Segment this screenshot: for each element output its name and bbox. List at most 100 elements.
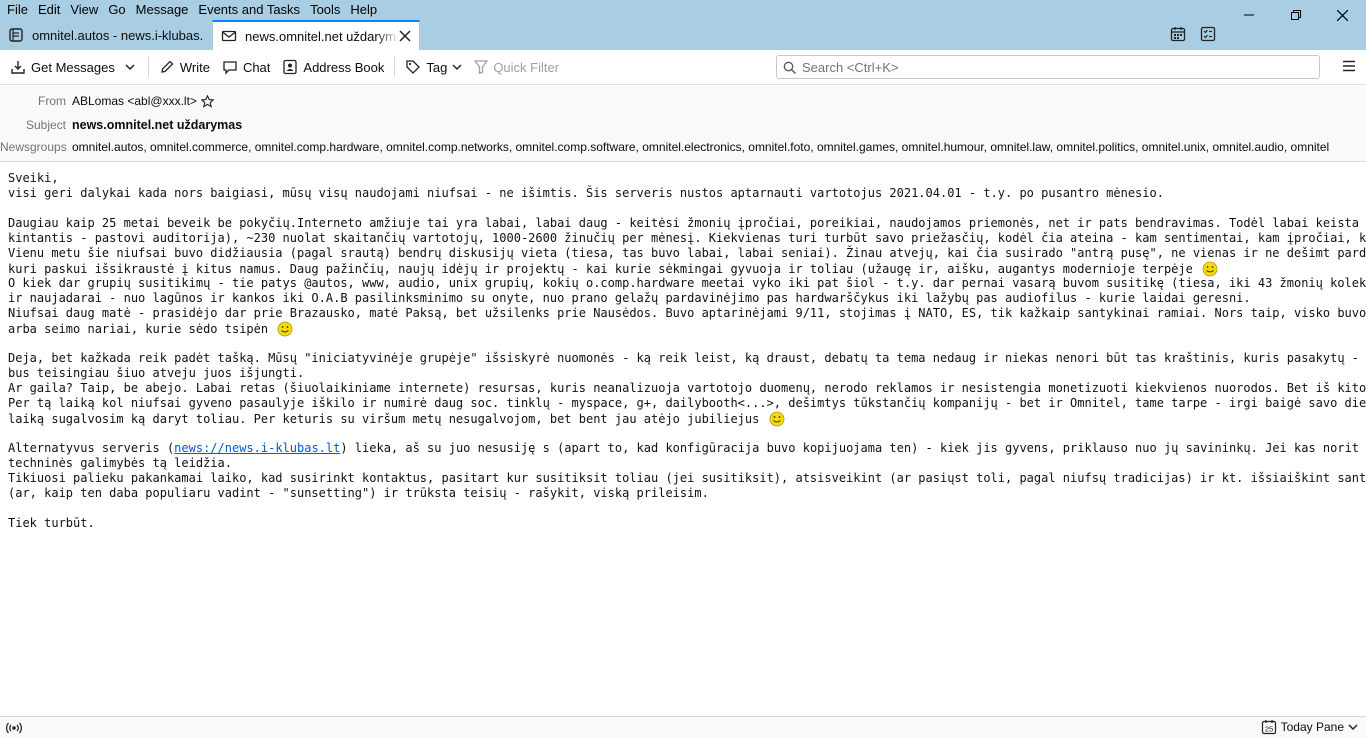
news-server-link[interactable]: news://news.i-klubas.lt [174,441,340,455]
chevron-down-icon [125,64,135,71]
paragraph-5: Tiek turbūt. [8,516,1366,531]
menu-bar: File Edit View Go Message Events and Tas… [0,0,382,20]
body-line: Vienu metu šie niufsai buvo didžiausia (… [8,246,1366,260]
header-from-row: From ABLomas <abl@xxx.lt> [0,90,214,112]
star-icon[interactable] [200,94,214,108]
address-book-icon [283,59,298,75]
address-book-label: Address Book [303,59,385,75]
body-line: techninės galimybės tą leidžia. [8,456,232,470]
from-value[interactable]: ABLomas <abl@xxx.lt> [72,94,197,108]
body-line: ) lieka, aš su juo nesusiję s (apart to,… [340,441,1366,455]
chevron-down-icon [452,64,462,71]
chat-button[interactable]: Chat [216,54,276,80]
toolbar-separator [147,57,149,77]
quick-filter-label: Quick Filter [493,59,560,75]
quick-filter-button[interactable]: Quick Filter [468,54,565,80]
menu-message[interactable]: Message [131,0,194,20]
envelope-icon [221,30,237,42]
header-newsgroups-row: Newsgroups omnitel.autos, omnitel.commer… [0,136,1329,158]
body-line: Sveiki, [8,171,59,185]
tag-button[interactable]: Tag [399,54,468,80]
close-window-button[interactable] [1319,0,1366,30]
body-line: Ar gaila? Taip, be abejo. Labai retas (š… [8,381,1366,395]
title-bar: File Edit View Go Message Events and Tas… [0,0,1366,50]
chevron-down-icon [1348,724,1358,731]
today-pane-label: Today Pane [1280,720,1344,734]
tasks-icon[interactable] [1200,26,1216,42]
newsgroup-icon [9,28,23,42]
smiley-icon [1202,261,1218,277]
minimize-button[interactable] [1225,0,1272,30]
search-input[interactable] [802,59,1319,75]
search-box[interactable] [776,55,1320,79]
tab-tools [1170,26,1216,42]
subject-label: Subject [25,118,66,132]
menu-view[interactable]: View [65,0,103,20]
message-headers: From ABLomas <abl@xxx.lt> Subject news.o… [0,86,1366,162]
body-line: visi geri dalykai kada nors baigiasi, mū… [8,186,1164,200]
body-line: kuri paskui išsikraustė į kitus namus. D… [8,262,1193,276]
menu-edit[interactable]: Edit [33,0,65,20]
address-book-button[interactable]: Address Book [276,54,390,80]
menu-help[interactable]: Help [345,0,382,20]
paragraph-4: Alternatyvus serveris (news://news.i-klu… [8,441,1366,501]
smiley-icon [769,411,784,427]
search-icon [783,61,796,74]
tab-strip: omnitel.autos - news.i-klubas.lt news.om… [0,20,420,50]
tab-message[interactable]: news.omnitel.net uždarymas [212,20,420,50]
window-controls [1225,0,1366,30]
menu-events-and-tasks[interactable]: Events and Tasks [193,0,305,20]
smiley-icon [277,321,293,337]
body-line: Tikiuosi palieku pakankamai laiko, kad s… [8,471,1366,485]
body-line: Niufsai daug matė - prasidėjo dar prie B… [8,306,1366,320]
newsgroups-value[interactable]: omnitel.autos, omnitel.commerce, omnitel… [72,140,1329,154]
body-line: Daugiau kaip 25 metai beveik be pokyčių.… [8,216,1366,230]
paragraph-3: Deja, bet kažkada reik padėt tašką. Mūsų… [8,351,1366,427]
write-button[interactable]: Write [153,54,216,80]
body-line: ir naujadarai - nuo lagūnos ir kankos ik… [8,291,1251,305]
write-label: Write [179,59,210,75]
body-line: bus teisingiau šiuo atveju juos išjungti… [8,366,305,380]
calendar-icon[interactable] [1170,26,1186,42]
today-pane-toggle[interactable]: 25 Today Pane [1261,719,1358,735]
menu-file[interactable]: File [2,0,33,20]
paragraph-2: Daugiau kaip 25 metai beveik be pokyčių.… [8,216,1366,337]
chat-icon [223,61,237,75]
filter-icon [474,60,489,74]
tab-label: omnitel.autos - news.i-klubas.lt [32,27,204,43]
get-messages-dropdown[interactable] [121,54,144,80]
tab-label: news.omnitel.net uždarymas [245,28,399,44]
calendar-day-icon: 25 [1261,720,1276,735]
subject-value: news.omnitel.net uždarymas [72,118,243,132]
minimize-icon [1243,14,1254,16]
get-messages-button[interactable]: Get Messages [4,54,121,80]
body-line: O kiek dar grupių susitikimų - tie patys… [8,276,1366,290]
download-icon [11,61,25,74]
body-line: laiką sugalvosim ką daryt toliau. Per ke… [8,412,760,426]
body-line: arba seimo nariai, kurie sėdo tsipėn [8,322,269,336]
newsgroups-label: Newsgroups [0,140,67,154]
menu-tools[interactable]: Tools [305,0,345,20]
app-menu-button[interactable] [1342,59,1356,76]
message-text: Sveiki, visi geri dalykai kada nors baigi… [8,171,1366,531]
restore-icon [1290,10,1301,20]
restore-button[interactable] [1272,0,1319,30]
hamburger-icon [1343,60,1355,72]
body-line: Deja, bet kažkada reik padėt tašką. Mūsų… [8,351,1366,365]
body-line: Alternatyvus serveris ( [8,441,175,455]
menu-go[interactable]: Go [103,0,130,20]
close-icon [1337,9,1348,21]
body-line: (ar, kaip ten daba populiaru vadint - "s… [8,486,709,500]
body-line: kintantis - pastovi auditorija), ~230 nu… [8,231,1366,245]
chat-label: Chat [242,59,271,75]
body-line: Per tą laiką kol niufsai gyveno pasaulyj… [8,396,1366,410]
main-toolbar: Get Messages Write Chat Address Book Tag [0,50,1366,85]
get-messages-label: Get Messages [31,59,115,75]
toolbar-separator [394,57,396,77]
status-bar: 25 Today Pane [0,716,1366,738]
close-tab-icon[interactable] [399,30,411,42]
tab-omnitel-autos[interactable]: omnitel.autos - news.i-klubas.lt [0,20,212,50]
calendar-day-number: 25 [1264,725,1272,734]
tag-icon [406,60,421,74]
online-status-icon[interactable] [6,721,22,735]
